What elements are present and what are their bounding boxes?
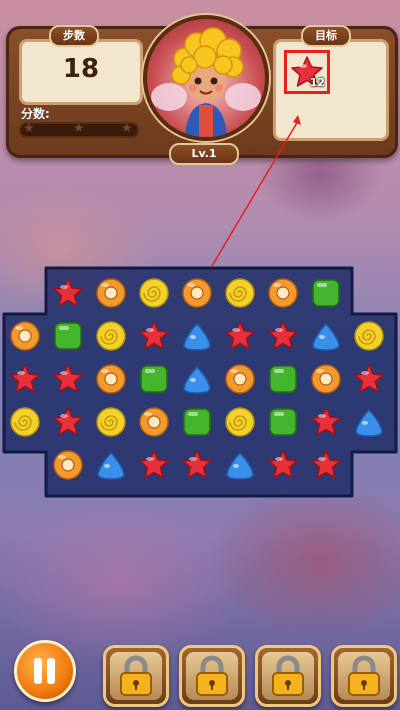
annotation-arrow [211,115,301,267]
